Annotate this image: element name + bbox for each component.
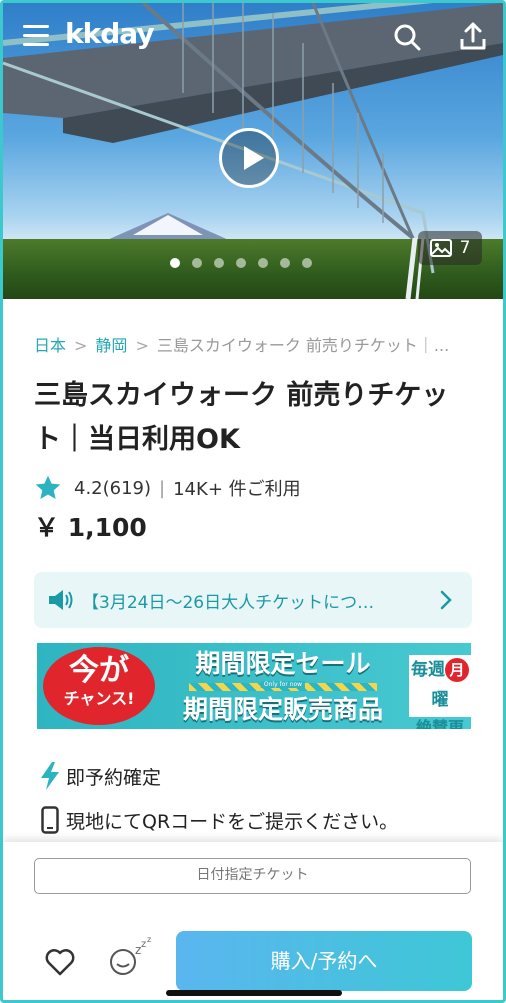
carousel-dot[interactable] xyxy=(236,258,246,268)
chat-sleep-icon[interactable]: z z z xyxy=(107,936,155,978)
notice-bar[interactable]: 【3月24日〜26日大人チケットにつ… xyxy=(34,572,472,628)
banner-stripe: Only for now xyxy=(189,681,377,691)
carousel-dot[interactable] xyxy=(280,258,290,268)
carousel-dot[interactable] xyxy=(170,258,180,268)
hamburger-menu-icon[interactable] xyxy=(23,25,49,47)
product-title: 三島スカイウォーク 前売りチケット｜当日利用OK xyxy=(34,380,449,455)
chevron-right-icon xyxy=(440,590,452,610)
photo-gallery-button[interactable]: 7 xyxy=(418,231,482,265)
banner-burst-line2: チャンス! xyxy=(63,689,135,708)
play-video-button[interactable] xyxy=(219,128,279,188)
feature-label: 即予約確定 xyxy=(66,766,162,789)
breadcrumb-item-current: 三島スカイウォーク 前売りチケット｜... xyxy=(156,336,450,355)
breadcrumb-item-shizuoka[interactable]: 静岡 xyxy=(95,336,127,355)
breadcrumb-item-japan[interactable]: 日本 xyxy=(34,336,66,355)
breadcrumb: 日本 > 静岡 > 三島スカイウォーク 前売りチケット｜... xyxy=(34,332,449,356)
banner-middle: 期間限定セール Only for now 期間限定販売商品 xyxy=(159,647,407,727)
banner-sale-title: 期間限定セール xyxy=(195,649,371,678)
image-icon xyxy=(429,239,452,257)
feature-instant-confirm: 即予約確定 xyxy=(36,761,161,791)
rating-value: 4.2(619) xyxy=(74,477,152,499)
share-icon[interactable] xyxy=(459,21,487,51)
banner-weekly-text: 毎週 xyxy=(411,660,445,680)
top-bar: kkday xyxy=(3,3,503,67)
feature-qr-code: 現地にてQRコードをご提示ください。 xyxy=(36,806,398,834)
carousel-dot[interactable] xyxy=(302,258,312,268)
date-ticket-button[interactable]: 日付指定チケット xyxy=(34,858,471,894)
rating-row[interactable]: 4.2(619) | 14K+ 件ご利用 xyxy=(34,474,301,502)
banner-update-text: 絶賛更新中 xyxy=(415,718,464,729)
banner-monday-mark: 月 xyxy=(445,658,469,682)
svg-text:z: z xyxy=(147,936,151,944)
banner-weekday-text: 曜 xyxy=(431,690,449,710)
banner-weekly-badge: 毎週月曜 絶賛更新中 xyxy=(409,655,471,729)
photo-count: 7 xyxy=(459,238,471,258)
divider: | xyxy=(159,477,166,499)
banner-small-text: Only for now xyxy=(260,681,306,688)
chevron-right-icon: > xyxy=(74,336,88,355)
svg-text:z: z xyxy=(141,939,146,950)
banner-sale-subtitle: 期間限定販売商品 xyxy=(182,695,383,724)
lightning-icon xyxy=(41,762,59,790)
carousel-dot[interactable] xyxy=(192,258,202,268)
search-icon[interactable] xyxy=(393,23,421,51)
banner-burst: 今が チャンス! xyxy=(43,647,155,725)
heart-icon[interactable] xyxy=(45,948,75,976)
home-indicator[interactable] xyxy=(166,990,342,996)
banner-burst-line1: 今が xyxy=(69,653,129,688)
star-icon xyxy=(35,475,61,499)
book-now-button[interactable]: 購入/予約へ xyxy=(176,931,472,991)
carousel-dots xyxy=(170,258,312,268)
usage-count: 14K+ 件ご利用 xyxy=(173,479,301,500)
speaker-icon xyxy=(49,590,73,610)
feature-label: 現地にてQRコードをご提示ください。 xyxy=(66,810,399,833)
kkday-logo[interactable]: kkday xyxy=(65,17,155,50)
sale-banner[interactable]: 今が チャンス! 期間限定セール Only for now 期間限定販売商品 毎… xyxy=(37,643,471,729)
bottom-action-bar: 日付指定チケット z z z 購入/予約へ xyxy=(3,842,503,1000)
product-price: ￥ 1,100 xyxy=(34,513,147,542)
carousel-dot[interactable] xyxy=(258,258,268,268)
chevron-right-icon: > xyxy=(135,336,149,355)
notice-text: 【3月24日〜26日大人チケットにつ… xyxy=(82,592,375,613)
carousel-dot[interactable] xyxy=(214,258,224,268)
phone-icon xyxy=(41,806,59,834)
